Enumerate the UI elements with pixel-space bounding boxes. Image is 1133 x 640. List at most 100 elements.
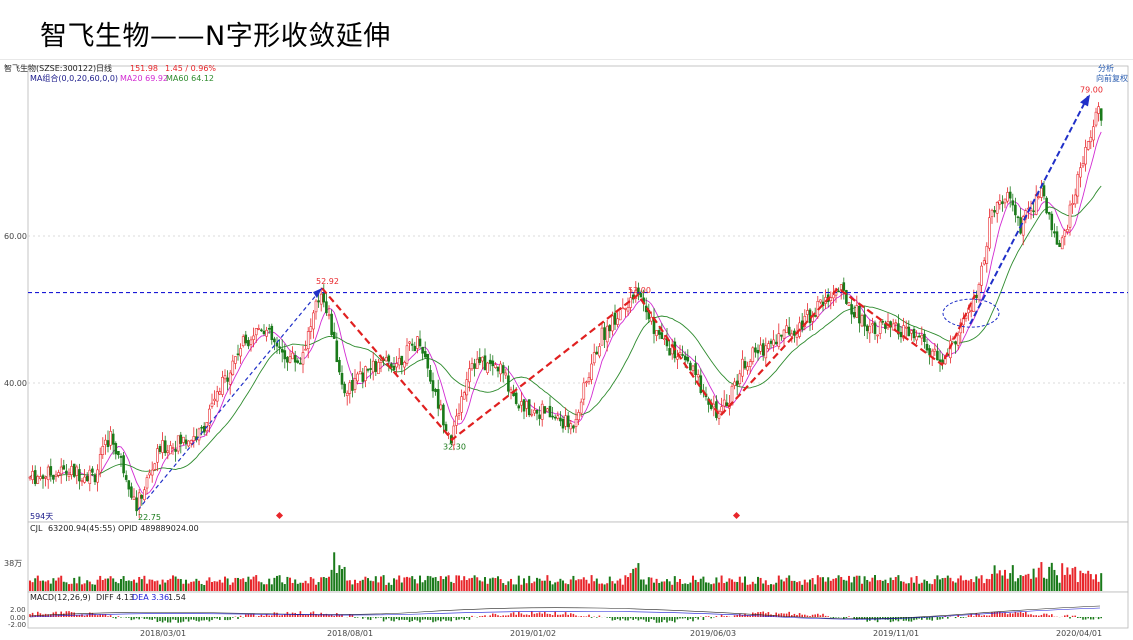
candle-body (343, 383, 346, 394)
volume-bar (179, 579, 182, 591)
candle-body (327, 314, 331, 317)
volume-bar (681, 583, 684, 591)
volume-bar (268, 578, 271, 591)
candle-body (613, 312, 617, 325)
volume-bar (580, 579, 583, 591)
volume-bar (1006, 578, 1009, 591)
macd-bar (398, 617, 400, 621)
candle-body (743, 361, 747, 369)
period-label[interactable]: 日线 (96, 63, 112, 73)
volume-bar (497, 576, 499, 591)
candle-body (384, 357, 388, 362)
volume-bar (923, 579, 926, 591)
candle-body (122, 455, 125, 474)
macd-label[interactable]: MACD(12,26,9) (30, 593, 91, 602)
volume-bar (741, 582, 744, 591)
macd-bar (583, 616, 585, 617)
volume-bar (517, 575, 520, 591)
analysis-button[interactable]: 分析 (1098, 63, 1114, 73)
candle-body (496, 366, 500, 372)
candle-body (91, 468, 94, 473)
candle-body (262, 330, 266, 335)
volume-bar (1022, 576, 1025, 591)
macd-bar (463, 617, 465, 620)
volume-bar (445, 576, 447, 591)
volume-bar (965, 579, 967, 591)
volume-bar (978, 578, 980, 591)
volume-bar (582, 577, 585, 591)
volume-bar (528, 575, 531, 591)
macd-tick: 2.00 (10, 606, 26, 614)
volume-bar (489, 578, 492, 591)
macd-bar (125, 617, 127, 618)
candle-body (611, 315, 614, 332)
candle-body (423, 351, 427, 358)
adjust-label[interactable]: 向前复权 (1096, 73, 1128, 83)
candle-body (416, 336, 419, 349)
volume-bar (510, 578, 512, 591)
volume-bar (803, 579, 806, 591)
volume-bar (991, 573, 993, 591)
macd-bar (239, 615, 242, 617)
candle-body (1045, 197, 1048, 214)
volume-bar (55, 580, 57, 591)
volume-bar (387, 582, 390, 591)
candle-body (1097, 106, 1100, 114)
macd-bar (440, 617, 442, 622)
volume-bar (710, 584, 713, 591)
candle-body (780, 334, 783, 337)
volume-bar (1043, 577, 1045, 591)
volume-bar (757, 576, 759, 591)
volume-bar (759, 577, 762, 591)
candle-body (130, 486, 133, 498)
macd-bar (133, 617, 135, 620)
candle-body (683, 355, 687, 361)
volume-bar (34, 578, 37, 591)
volume-bar (346, 580, 349, 591)
ma-group-label[interactable]: MA组合(0,0,20,60,0,0) (30, 73, 118, 83)
macd-bar (115, 617, 117, 619)
candle-body (910, 330, 913, 334)
price-annotation: 79.00 (1080, 85, 1103, 94)
macd-bar (658, 617, 660, 623)
candle-body (309, 326, 313, 332)
macd-bar (73, 612, 75, 617)
macd-bar (692, 617, 694, 622)
volume-bar (777, 575, 780, 591)
candle-body (847, 302, 851, 306)
volume-bar (629, 573, 632, 591)
candle-body (140, 494, 144, 499)
volume-bar (187, 583, 190, 591)
candle-body (998, 200, 1002, 205)
candle-body (582, 382, 586, 400)
volume-bar (980, 575, 983, 591)
macd-bar (525, 614, 528, 617)
candle-body (600, 327, 604, 346)
macd-bar (1035, 615, 1037, 617)
macd-bar (1100, 617, 1102, 619)
candle-body (426, 353, 430, 369)
macd-bar (167, 617, 169, 623)
macd-bar (1087, 617, 1089, 619)
candle-body (270, 325, 274, 341)
macd-bar (559, 614, 562, 617)
volume-scale-label: 38万 (4, 559, 22, 568)
candle-body (912, 328, 916, 339)
macd-bar (541, 613, 543, 617)
candle-body (171, 447, 175, 449)
macd-bar (406, 617, 408, 620)
volume-bar (848, 575, 850, 591)
volume-bar (354, 579, 356, 591)
volume-bar (203, 584, 206, 591)
volume-bar (915, 575, 918, 591)
candle-body (215, 391, 219, 402)
volume-bar (278, 575, 281, 591)
macd-bar (681, 617, 684, 619)
candle-body (46, 466, 50, 481)
volume-bar (185, 579, 187, 591)
macd-bar (570, 613, 572, 617)
volume-bar (837, 575, 840, 591)
volume-label[interactable]: CJL (30, 524, 43, 533)
macd-bar (637, 617, 640, 621)
volume-bar (491, 577, 494, 591)
